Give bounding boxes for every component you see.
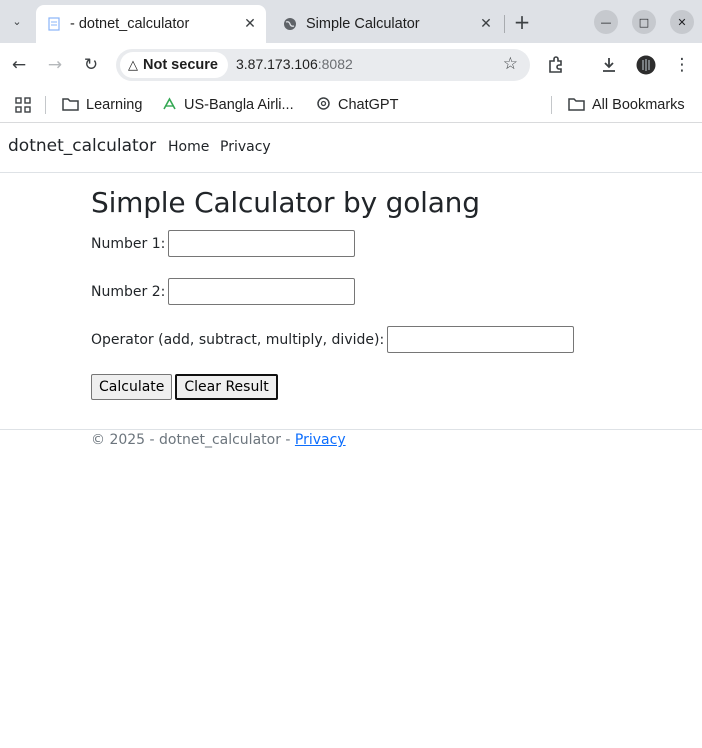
back-arrow-icon[interactable]: ← bbox=[6, 52, 32, 78]
calculator-form: Simple Calculator by golang Number 1: Nu… bbox=[91, 186, 651, 400]
bookmark-label: US-Bangla Airli... bbox=[184, 97, 294, 113]
us-bangla-logo-icon bbox=[162, 96, 177, 114]
security-label: Not secure bbox=[143, 57, 218, 73]
chevron-down-icon: ⌄ bbox=[12, 14, 22, 28]
bookmark-learning[interactable]: Learning bbox=[62, 94, 142, 116]
new-tab-icon[interactable]: + bbox=[510, 10, 534, 34]
menu-dots-icon[interactable]: ⋮ bbox=[669, 52, 695, 78]
url-text[interactable]: 3.87.173.106:8082 bbox=[236, 56, 353, 72]
nav-link-home[interactable]: Home bbox=[168, 139, 209, 155]
footer-divider bbox=[0, 429, 702, 430]
address-bar[interactable]: △ Not secure 3.87.173.106:8082 ☆ bbox=[116, 49, 530, 81]
browser-toolbar: ← → ↻ △ Not secure 3.87.173.106:8082 ☆ ⋮ bbox=[0, 43, 702, 87]
nav-link-privacy[interactable]: Privacy bbox=[220, 139, 271, 155]
tab-search-button[interactable]: ⌄ bbox=[6, 9, 28, 33]
window-close-icon[interactable]: ✕ bbox=[670, 10, 694, 34]
extensions-icon[interactable] bbox=[543, 52, 569, 78]
number2-row: Number 2: bbox=[91, 278, 356, 305]
page-icon bbox=[46, 16, 62, 32]
folder-icon bbox=[62, 97, 79, 114]
warning-icon: △ bbox=[128, 57, 138, 72]
folder-icon bbox=[568, 97, 585, 114]
bookmark-label: Learning bbox=[86, 97, 143, 113]
bookmark-label: ChatGPT bbox=[338, 97, 399, 113]
all-bookmarks-label: All Bookmarks bbox=[592, 97, 685, 113]
bookmarks-bar: Learning US-Bangla Airli... ChatGPT All … bbox=[0, 87, 702, 123]
forward-arrow-icon[interactable]: → bbox=[42, 52, 68, 78]
reload-icon[interactable]: ↻ bbox=[78, 52, 104, 78]
globe-icon bbox=[282, 16, 298, 32]
chatgpt-logo-icon bbox=[316, 96, 331, 114]
url-host: 3.87.173.106 bbox=[236, 56, 318, 72]
tab-divider bbox=[504, 15, 505, 33]
url-port: :8082 bbox=[317, 56, 353, 72]
site-navbar: dotnet_calculator Home Privacy bbox=[0, 123, 702, 173]
operator-input[interactable] bbox=[387, 326, 575, 353]
maximize-icon[interactable]: □ bbox=[632, 10, 656, 34]
number1-row: Number 1: bbox=[91, 230, 356, 257]
button-row: Calculate Clear Result bbox=[91, 374, 278, 400]
download-icon[interactable] bbox=[596, 52, 622, 78]
footer-text: © 2025 - dotnet_calculator - bbox=[91, 432, 295, 448]
footer: © 2025 - dotnet_calculator - Privacy bbox=[91, 432, 346, 448]
page-title: Simple Calculator by golang bbox=[91, 186, 480, 219]
number1-label: Number 1: bbox=[91, 235, 166, 252]
bookmark-star-icon[interactable]: ☆ bbox=[503, 54, 518, 74]
clear-result-button[interactable]: Clear Result bbox=[175, 374, 278, 400]
minimize-icon[interactable]: — bbox=[594, 10, 618, 34]
tab-dotnet-calculator[interactable]: - dotnet_calculator ✕ bbox=[36, 5, 266, 43]
tab-title: Simple Calculator bbox=[306, 16, 420, 32]
close-icon[interactable]: ✕ bbox=[240, 14, 260, 34]
apps-grid-icon[interactable] bbox=[15, 94, 31, 116]
calculate-button[interactable]: Calculate bbox=[91, 374, 173, 400]
site-brand[interactable]: dotnet_calculator bbox=[8, 136, 156, 156]
bookmark-us-bangla[interactable]: US-Bangla Airli... bbox=[162, 94, 294, 116]
security-chip[interactable]: △ Not secure bbox=[120, 52, 228, 78]
operator-label: Operator (add, subtract, multiply, divid… bbox=[91, 331, 385, 348]
number1-input[interactable] bbox=[168, 230, 356, 257]
bookmark-divider bbox=[45, 96, 46, 114]
profile-avatar-icon[interactable] bbox=[633, 52, 659, 78]
all-bookmarks[interactable]: All Bookmarks bbox=[568, 94, 685, 116]
tab-simple-calculator[interactable]: Simple Calculator ✕ bbox=[272, 5, 502, 43]
footer-privacy-link[interactable]: Privacy bbox=[295, 432, 346, 448]
operator-row: Operator (add, subtract, multiply, divid… bbox=[91, 326, 575, 353]
browser-tab-strip: ⌄ - dotnet_calculator ✕ Simple Calculato… bbox=[0, 0, 702, 43]
tab-title: - dotnet_calculator bbox=[70, 16, 190, 32]
close-icon[interactable]: ✕ bbox=[476, 14, 496, 34]
number2-input[interactable] bbox=[168, 278, 356, 305]
number2-label: Number 2: bbox=[91, 283, 166, 300]
bookmark-chatgpt[interactable]: ChatGPT bbox=[316, 94, 398, 116]
bookmark-divider bbox=[551, 96, 552, 114]
